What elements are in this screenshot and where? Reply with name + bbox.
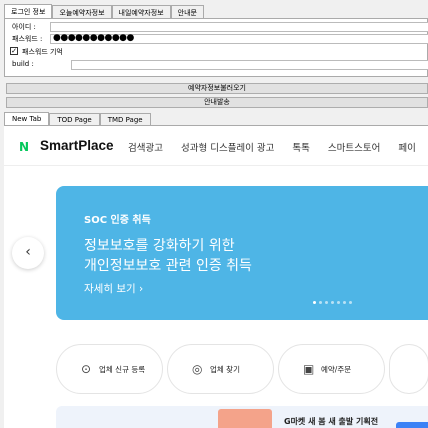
carousel-dot[interactable] — [331, 301, 334, 304]
tab-new-tab[interactable]: New Tab — [4, 112, 50, 126]
nav-menu: 검색광고 성과형 디스플레이 광고 톡톡 스마트스토어 페이 — [128, 140, 428, 154]
carousel-dot[interactable] — [349, 301, 352, 304]
login-panel: 아이디 : 패스워드 : ●●●●●●●●●●● ✓ 패스워드 기억 build… — [4, 18, 428, 77]
send-notice-button[interactable]: 안내발송 — [6, 97, 428, 108]
nav-item-pay[interactable]: 페이 — [398, 140, 415, 154]
quick-label-find: 업체 찾기 — [210, 365, 240, 374]
nav-item-display-ads[interactable]: 성과형 디스플레이 광고 — [181, 140, 274, 154]
nav-item-smartstore[interactable]: 스마트스토어 — [328, 140, 380, 154]
brand-name[interactable]: SmartPlace — [40, 138, 114, 153]
quick-links: ⊙ 업체 신규 등록 ◎ 업체 찾기 ▣ 예약/주문 — [56, 344, 428, 394]
nav-item-talktalk[interactable]: 톡톡 — [292, 140, 309, 154]
web-view: N SmartPlace 검색광고 성과형 디스플레이 광고 톡톡 스마트스토어… — [4, 125, 428, 428]
carousel-dot[interactable] — [343, 301, 346, 304]
checkmark-icon: ✓ — [11, 47, 17, 55]
naver-logo[interactable]: N — [19, 140, 29, 154]
banner-kicker: SOC 인증 취득 — [84, 215, 151, 226]
promo-image — [218, 409, 272, 428]
id-field[interactable] — [50, 22, 428, 32]
chevron-left-icon: ‹ — [25, 244, 31, 260]
banner-title: 정보보호를 강화하기 위한 개인정보보호 관련 인증 취득 — [84, 236, 252, 276]
tab-today-reservations[interactable]: 오늘예약자정보 — [52, 5, 112, 19]
quick-find-business[interactable]: ◎ 업체 찾기 — [167, 344, 274, 394]
password-value: ●●●●●●●●●●● — [53, 33, 134, 43]
tab-login-info[interactable]: 로그인 정보 — [4, 4, 53, 19]
carousel-prev-button[interactable]: ‹ — [12, 237, 44, 269]
site-nav: N SmartPlace 검색광고 성과형 디스플레이 광고 톡톡 스마트스토어… — [4, 126, 428, 166]
location-pin-icon: ⊙ — [81, 362, 92, 376]
calendar-check-icon: ▣ — [303, 362, 315, 376]
search-icon: ◎ — [192, 362, 203, 376]
hero-banner[interactable]: SOC 인증 취득 정보보호를 강화하기 위한 개인정보보호 관련 인증 취득 … — [56, 186, 428, 320]
promo-button[interactable] — [396, 422, 428, 428]
promo-text: G마켓 새 봄 새 출발 기획전 — [284, 417, 379, 426]
quick-more[interactable] — [389, 344, 428, 394]
build-field[interactable] — [71, 60, 428, 70]
banner-title-line-1: 정보보호를 강화하기 위한 — [84, 238, 235, 254]
id-label: 아이디 : — [12, 23, 36, 31]
top-tab-strip: 로그인 정보 오늘예약자정보 내일예약자정보 안내문 — [4, 4, 204, 19]
promo-banner[interactable]: G마켓 새 봄 새 출발 기획전 — [56, 406, 428, 428]
quick-label-reservation: 예약/주문 — [321, 365, 352, 374]
banner-title-line-2: 개인정보보호 관련 인증 취득 — [84, 258, 252, 274]
banner-more-link[interactable]: 자세히 보기 › — [84, 281, 143, 296]
remember-password-label: 패스워드 기억 — [22, 48, 63, 56]
browser-tab-strip: New Tab TOD Page TMD Page — [4, 112, 151, 126]
carousel-dot[interactable] — [325, 301, 328, 304]
carousel-dot[interactable] — [337, 301, 340, 304]
nav-item-search-ads[interactable]: 검색광고 — [128, 140, 163, 154]
remember-password-checkbox[interactable]: ✓ — [10, 47, 18, 55]
password-label: 패스워드 : — [12, 35, 43, 43]
quick-register-business[interactable]: ⊙ 업체 신규 등록 — [56, 344, 163, 394]
password-field[interactable]: ●●●●●●●●●●● — [50, 33, 428, 44]
quick-reservation-order[interactable]: ▣ 예약/주문 — [278, 344, 385, 394]
app-window: 로그인 정보 오늘예약자정보 내일예약자정보 안내문 아이디 : 패스워드 : … — [0, 0, 428, 428]
carousel-dot[interactable] — [313, 301, 316, 304]
load-reservations-button[interactable]: 예약자정보불러오기 — [6, 83, 428, 94]
quick-label-register: 업체 신규 등록 — [99, 365, 146, 374]
tab-notice[interactable]: 안내문 — [170, 5, 204, 19]
carousel-dot[interactable] — [319, 301, 322, 304]
build-label: build : — [12, 60, 34, 68]
tab-tomorrow-reservations[interactable]: 내일예약자정보 — [111, 5, 171, 19]
carousel-indicator — [313, 301, 355, 304]
